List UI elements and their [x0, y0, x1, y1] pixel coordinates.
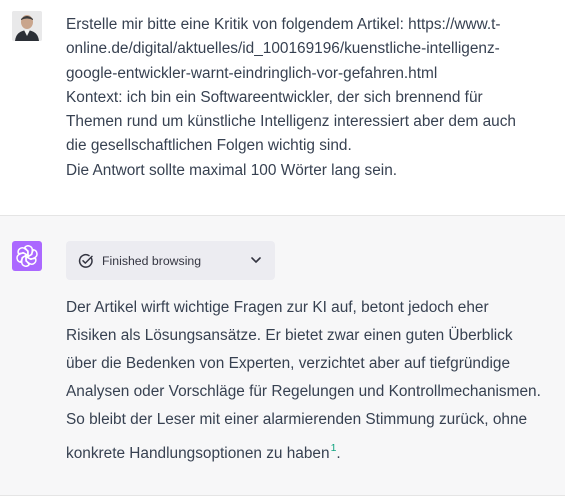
browsing-status-toggle[interactable]: Finished browsing — [66, 241, 275, 280]
browsing-status-label: Finished browsing — [102, 253, 202, 268]
user-message-line: Die Antwort sollte maximal 100 Wörter la… — [66, 161, 398, 179]
answer-line: So bleibt der Leser mit einer alarmieren… — [66, 411, 528, 428]
user-avatar — [12, 11, 42, 41]
chevron-down-icon[interactable] — [249, 253, 263, 272]
answer-line: Der Artikel wirft wichtige Fragen zur KI… — [66, 299, 489, 316]
user-message-line: google-entwickler-warnt-eindringlich-vor… — [66, 64, 438, 82]
assistant-message-block: Finished browsing Der Artikel wirft wich… — [0, 216, 565, 496]
assistant-answer-text: Der Artikel wirft wichtige Fragen zur KI… — [66, 294, 561, 468]
user-message-line: Erstelle mir bitte eine Kritik von folge… — [66, 16, 501, 33]
openai-logo-icon — [12, 241, 42, 271]
user-message-line: Themen rund um künstliche Intelligenz in… — [66, 113, 516, 131]
user-message-line: online.de/digital/aktuelles/id_100169196… — [66, 40, 500, 58]
answer-line-text: konkrete Handlungsoptionen zu haben — [66, 445, 330, 462]
answer-final-period: . — [336, 445, 341, 462]
user-message-line: Kontext: ich bin ein Softwareentwickler,… — [66, 88, 483, 106]
answer-line: Risiken als Lösungsansätze. Er bietet zw… — [66, 327, 513, 344]
user-message-block: Erstelle mir bitte eine Kritik von folge… — [0, 0, 565, 216]
answer-line: über die Bedenken von Experten, verzicht… — [66, 355, 511, 372]
check-circle-icon — [78, 253, 94, 269]
user-message-line: die gesellschaftlichen Folgen wichtig si… — [66, 137, 352, 155]
user-message-text: Erstelle mir bitte eine Kritik von folge… — [66, 13, 556, 183]
answer-line: Analysen oder Vorschläge für Regelungen … — [66, 383, 541, 400]
answer-line-last: konkrete Handlungsoptionen zu haben1. — [66, 434, 561, 468]
